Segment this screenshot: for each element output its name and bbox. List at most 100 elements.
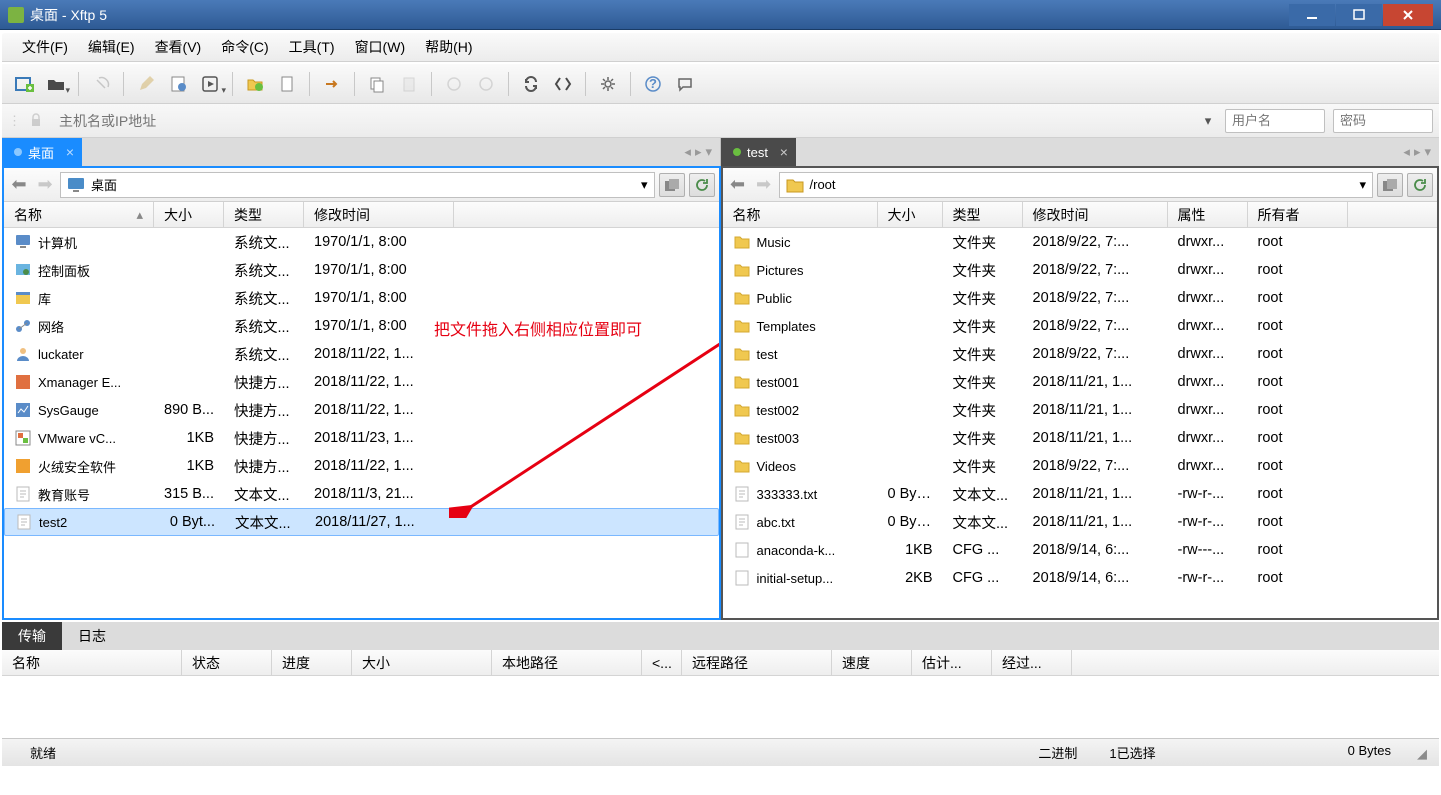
file-row[interactable]: 库系统文...1970/1/1, 8:00 [4, 284, 719, 312]
menu-item[interactable]: 查看(V) [145, 33, 212, 61]
file-row[interactable]: abc.txt0 Byt...文本文...2018/11/21, 1...-rw… [723, 508, 1438, 536]
column-header[interactable]: 名称 ▴ [4, 202, 154, 227]
path-dropdown-icon[interactable]: ▾ [641, 177, 648, 193]
host-dropdown[interactable]: ▾ [1199, 112, 1217, 130]
edit-button[interactable] [132, 70, 160, 98]
feedback-button[interactable] [671, 70, 699, 98]
file-row[interactable]: Templates文件夹2018/9/22, 7:...drwxr...root [723, 312, 1438, 340]
host-input[interactable] [53, 109, 1191, 133]
forward-button[interactable]: ➡ [753, 174, 775, 196]
file-row[interactable]: Videos文件夹2018/9/22, 7:...drwxr...root [723, 452, 1438, 480]
tab-prev-icon[interactable]: ◂ [1403, 144, 1410, 160]
file-row[interactable]: luckater系统文...2018/11/22, 1... [4, 340, 719, 368]
tab-remote-test[interactable]: test × [721, 138, 796, 166]
back-button[interactable]: ⬅ [727, 174, 749, 196]
column-header[interactable]: 大小 [878, 202, 943, 227]
file-row[interactable]: 控制面板系统文...1970/1/1, 8:00 [4, 256, 719, 284]
file-row[interactable]: Xmanager E...快捷方...2018/11/22, 1... [4, 368, 719, 396]
file-row[interactable]: VMware vC...1KB快捷方...2018/11/23, 1... [4, 424, 719, 452]
new-session-button[interactable] [10, 70, 38, 98]
refresh-button[interactable] [689, 173, 715, 197]
local-list[interactable]: 把文件拖入右侧相应位置即可 计算机系统文...1970/1/1, 8:00控制面… [4, 228, 719, 618]
column-header[interactable]: 大小 [154, 202, 224, 227]
file-row[interactable]: test003文件夹2018/11/21, 1...drwxr...root [723, 424, 1438, 452]
tab-menu-icon[interactable]: ▾ [1424, 144, 1431, 160]
column-header[interactable]: 名称 [2, 650, 182, 675]
sync-button[interactable] [517, 70, 545, 98]
tab-next-icon[interactable]: ▸ [1414, 144, 1421, 160]
column-header[interactable]: <... [642, 650, 682, 675]
tab-prev-icon[interactable]: ◂ [684, 144, 691, 160]
close-icon[interactable]: × [780, 144, 788, 160]
column-header[interactable]: 名称 [723, 202, 878, 227]
column-header[interactable]: 修改时间 [304, 202, 454, 227]
sync-left-button[interactable] [440, 70, 468, 98]
settings-button[interactable] [594, 70, 622, 98]
remote-list[interactable]: Music文件夹2018/9/22, 7:...drwxr...rootPict… [723, 228, 1438, 618]
transfer-tab[interactable]: 日志 [62, 622, 122, 650]
tab-menu-icon[interactable]: ▾ [705, 144, 712, 160]
properties-button[interactable] [164, 70, 192, 98]
column-header[interactable]: 进度 [272, 650, 352, 675]
maximize-button[interactable] [1336, 4, 1382, 26]
bookmarks-button[interactable] [1377, 173, 1403, 197]
reconnect-button[interactable] [87, 70, 115, 98]
transfer-tab[interactable]: 传输 [2, 622, 62, 650]
close-button[interactable] [1383, 4, 1433, 26]
transfer-button[interactable] [318, 70, 346, 98]
path-dropdown-icon[interactable]: ▾ [1359, 177, 1366, 193]
back-button[interactable]: ⬅ [8, 174, 30, 196]
menu-item[interactable]: 编辑(E) [78, 33, 145, 61]
refresh-button[interactable] [1407, 173, 1433, 197]
file-row[interactable]: test001文件夹2018/11/21, 1...drwxr...root [723, 368, 1438, 396]
file-row[interactable]: test文件夹2018/9/22, 7:...drwxr...root [723, 340, 1438, 368]
tab-local-desktop[interactable]: 桌面 × [2, 138, 82, 166]
file-row[interactable]: test002文件夹2018/11/21, 1...drwxr...root [723, 396, 1438, 424]
minimize-button[interactable] [1289, 4, 1335, 26]
column-header[interactable]: 速度 [832, 650, 912, 675]
menu-item[interactable]: 文件(F) [12, 33, 78, 61]
help-button[interactable]: ? [639, 70, 667, 98]
column-header[interactable]: 属性 [1168, 202, 1248, 227]
file-row[interactable]: 333333.txt0 Byt...文本文...2018/11/21, 1...… [723, 480, 1438, 508]
column-header[interactable]: 估计... [912, 650, 992, 675]
column-header[interactable]: 修改时间 [1023, 202, 1168, 227]
username-input[interactable] [1225, 109, 1325, 133]
file-row[interactable]: test20 Byt...文本文...2018/11/27, 1... [4, 508, 719, 536]
column-header[interactable]: 大小 [352, 650, 492, 675]
file-row[interactable]: 网络系统文...1970/1/1, 8:00 [4, 312, 719, 340]
file-row[interactable]: Music文件夹2018/9/22, 7:...drwxr...root [723, 228, 1438, 256]
remote-path-input[interactable]: /root ▾ [779, 172, 1374, 198]
menu-item[interactable]: 帮助(H) [415, 33, 482, 61]
column-header[interactable]: 类型 [224, 202, 304, 227]
menu-item[interactable]: 窗口(W) [345, 33, 416, 61]
play-button[interactable]: ▾ [196, 70, 224, 98]
local-path-input[interactable]: 桌面 ▾ [60, 172, 655, 198]
column-header[interactable]: 远程路径 [682, 650, 832, 675]
file-row[interactable]: SysGauge890 B...快捷方...2018/11/22, 1... [4, 396, 719, 424]
sync-right-button[interactable] [472, 70, 500, 98]
file-row[interactable]: Pictures文件夹2018/9/22, 7:...drwxr...root [723, 256, 1438, 284]
password-input[interactable] [1333, 109, 1433, 133]
column-header[interactable]: 经过... [992, 650, 1072, 675]
file-row[interactable]: 计算机系统文...1970/1/1, 8:00 [4, 228, 719, 256]
compare-button[interactable] [549, 70, 577, 98]
file-row[interactable]: 教育账号315 B...文本文...2018/11/3, 21... [4, 480, 719, 508]
file-row[interactable]: initial-setup...2KBCFG ...2018/9/14, 6:.… [723, 564, 1438, 592]
bookmarks-button[interactable] [659, 173, 685, 197]
column-header[interactable]: 所有者 [1248, 202, 1348, 227]
column-header[interactable]: 类型 [943, 202, 1023, 227]
tab-next-icon[interactable]: ▸ [695, 144, 702, 160]
open-button[interactable]: ▾ [42, 70, 70, 98]
menu-item[interactable]: 工具(T) [279, 33, 345, 61]
new-file-button[interactable] [273, 70, 301, 98]
copy-button[interactable] [363, 70, 391, 98]
paste-button[interactable] [395, 70, 423, 98]
file-row[interactable]: Public文件夹2018/9/22, 7:...drwxr...root [723, 284, 1438, 312]
file-row[interactable]: anaconda-k...1KBCFG ...2018/9/14, 6:...-… [723, 536, 1438, 564]
forward-button[interactable]: ➡ [34, 174, 56, 196]
close-icon[interactable]: × [66, 144, 74, 160]
resize-grip-icon[interactable]: ◢ [1407, 743, 1427, 762]
menu-item[interactable]: 命令(C) [211, 33, 278, 61]
column-header[interactable]: 本地路径 [492, 650, 642, 675]
